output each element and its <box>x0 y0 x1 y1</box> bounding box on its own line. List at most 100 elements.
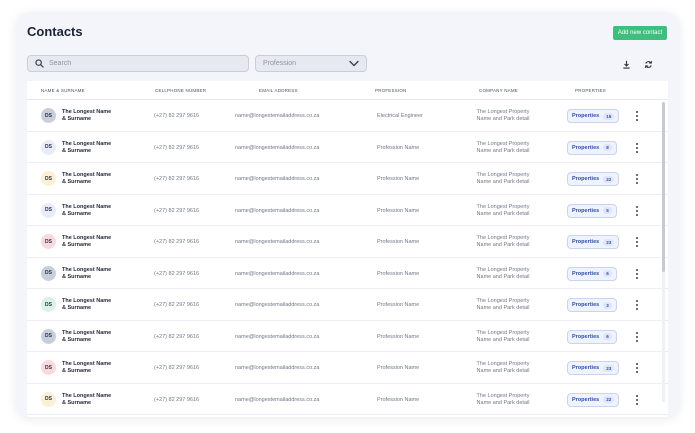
chevron-down-icon <box>349 60 359 67</box>
properties-button[interactable]: Properties 22 <box>567 172 620 186</box>
company-name-line1: The Longest Property <box>476 203 530 210</box>
table-row[interactable]: DS The Longest Name & Surname (+27) 82 297 … <box>27 195 668 226</box>
table-row[interactable]: DS The Longest Name & Surname (+27) 82 297 … <box>27 100 668 132</box>
contact-name: The Longest Name & Surname <box>62 330 122 344</box>
more-options-icon[interactable] <box>634 299 640 311</box>
add-new-contact-button[interactable]: Add new contact <box>613 26 667 40</box>
profession: Profession Name <box>377 207 420 214</box>
properties-button[interactable]: Properties 3 <box>567 298 617 312</box>
avatar: DS <box>41 297 56 312</box>
contact-name: The Longest Name & Surname <box>62 235 122 249</box>
cellphone-number: (+27) 82 297 9616 <box>154 207 200 214</box>
more-options-icon[interactable] <box>634 142 640 154</box>
cellphone-number: (+27) 82 297 9616 <box>154 333 200 340</box>
more-options-icon[interactable] <box>634 205 640 217</box>
properties-count-badge: 23 <box>603 364 615 372</box>
properties-button[interactable]: Properties 8 <box>567 140 617 155</box>
company-name-line1: The Longest Property <box>476 140 530 147</box>
download-icon <box>622 60 630 69</box>
avatar: DS <box>41 391 56 407</box>
download-button[interactable] <box>620 58 632 70</box>
table-row[interactable]: DS The Longest Name & Surname (+27) 82 297 … <box>27 226 668 258</box>
properties-label: Properties <box>572 207 600 214</box>
contact-name: The Longest Name & Surname <box>62 267 122 281</box>
table-row[interactable]: DS The Longest Name & Surname (+27) 82 297 … <box>27 352 668 384</box>
refresh-button[interactable] <box>642 58 654 70</box>
scrollbar-thumb[interactable] <box>662 102 665 272</box>
avatar: DS <box>41 328 56 344</box>
contact-name: The Longest Name & Surname <box>62 109 122 123</box>
properties-button[interactable]: Properties 23 <box>567 361 620 375</box>
search-box[interactable] <box>27 55 249 72</box>
profession-select[interactable]: Profession <box>255 55 367 72</box>
properties-label: Properties <box>572 239 600 245</box>
contact-name-line1: The Longest Name <box>62 298 112 304</box>
table-row[interactable]: DS The Longest Name & Surname (+27) 82 297 … <box>27 384 668 415</box>
contact-name-line1: The Longest Name <box>62 361 112 367</box>
company-name: The Longest Property Name and Park detail <box>468 361 538 375</box>
contact-name-line1: The Longest Name <box>62 172 112 178</box>
email-address: name@longestemailaddress.co.za <box>235 176 320 182</box>
table-row[interactable]: DS The Longest Name & Surname (+27) 82 297 … <box>27 132 668 163</box>
contact-name-line1: The Longest Name <box>62 203 112 210</box>
more-options-icon[interactable] <box>634 268 640 280</box>
properties-count-badge: 6 <box>603 270 612 277</box>
avatar: DS <box>41 360 56 375</box>
properties-button[interactable]: Properties 5 <box>567 203 617 218</box>
email-address: name@longestemailaddress.co.za <box>235 207 320 214</box>
column-header-profession: PROFESSION <box>375 88 407 93</box>
properties-button[interactable]: Properties 23 <box>567 235 620 249</box>
company-name-line1: The Longest Property <box>476 172 530 178</box>
cellphone-number: (+27) 82 297 9616 <box>154 396 200 403</box>
cellphone-number: (+27) 82 297 9616 <box>154 113 200 119</box>
company-name-line2: Name and Park detail <box>476 368 530 374</box>
search-icon <box>35 59 44 68</box>
company-name-line2: Name and Park detail <box>476 242 530 248</box>
table-row[interactable]: DS The Longest Name & Surname (+27) 82 297 … <box>27 289 668 321</box>
properties-button[interactable]: Properties 15 <box>567 109 620 123</box>
properties-label: Properties <box>572 144 600 151</box>
more-options-icon[interactable] <box>634 394 640 406</box>
properties-button[interactable]: Properties 6 <box>567 329 617 344</box>
properties-label: Properties <box>572 302 600 308</box>
company-name: The Longest Property Name and Park detail <box>468 109 538 123</box>
more-options-icon[interactable] <box>634 173 640 185</box>
properties-button[interactable]: Properties 22 <box>567 392 620 407</box>
table-row[interactable]: DS The Longest Name & Surname (+27) 82 297 … <box>27 163 668 195</box>
table-row[interactable]: DS The Longest Name & Surname (+27) 82 297 … <box>27 258 668 289</box>
email-address: name@longestemailaddress.co.za <box>235 302 320 308</box>
cellphone-number: (+27) 82 297 9616 <box>154 270 200 277</box>
company-name: The Longest Property Name and Park detail <box>468 298 538 312</box>
column-header-name: NAME & SURNAME <box>41 88 85 93</box>
contact-name-line1: The Longest Name <box>62 329 112 336</box>
company-name-line2: Name and Park detail <box>476 147 530 154</box>
more-options-icon[interactable] <box>634 331 640 343</box>
properties-label: Properties <box>572 270 600 277</box>
contact-name-line2: & Surname <box>62 147 92 154</box>
more-options-icon[interactable] <box>634 236 640 248</box>
contacts-table: NAME & SURNAME CELLPHONE NUMBER EMAIL AD… <box>27 81 668 417</box>
avatar: DS <box>41 108 56 123</box>
properties-button[interactable]: Properties 6 <box>567 266 617 281</box>
cellphone-number: (+27) 82 297 9616 <box>154 176 200 182</box>
more-options-icon[interactable] <box>634 110 640 122</box>
properties-count-badge: 22 <box>603 175 615 183</box>
properties-count-badge: 3 <box>603 301 612 309</box>
column-header-company: COMPANY NAME <box>479 88 518 93</box>
properties-count-badge: 8 <box>603 144 612 151</box>
company-name: The Longest Property Name and Park detail <box>468 393 538 407</box>
email-address: name@longestemailaddress.co.za <box>235 365 320 371</box>
properties-label: Properties <box>572 113 600 119</box>
contact-name: The Longest Name & Surname <box>62 361 122 375</box>
avatar: DS <box>41 234 56 249</box>
contact-name-line2: & Surname <box>62 116 92 122</box>
more-options-icon[interactable] <box>634 362 640 374</box>
contact-name: The Longest Name & Surname <box>62 298 122 312</box>
contact-name-line2: & Surname <box>62 210 92 217</box>
company-name-line1: The Longest Property <box>476 266 530 273</box>
search-input[interactable] <box>49 60 229 67</box>
company-name-line1: The Longest Property <box>476 235 530 241</box>
table-row[interactable]: DS The Longest Name & Surname (+27) 82 297 … <box>27 321 668 352</box>
email-address: name@longestemailaddress.co.za <box>235 396 320 403</box>
company-name-line2: Name and Park detail <box>476 399 530 406</box>
